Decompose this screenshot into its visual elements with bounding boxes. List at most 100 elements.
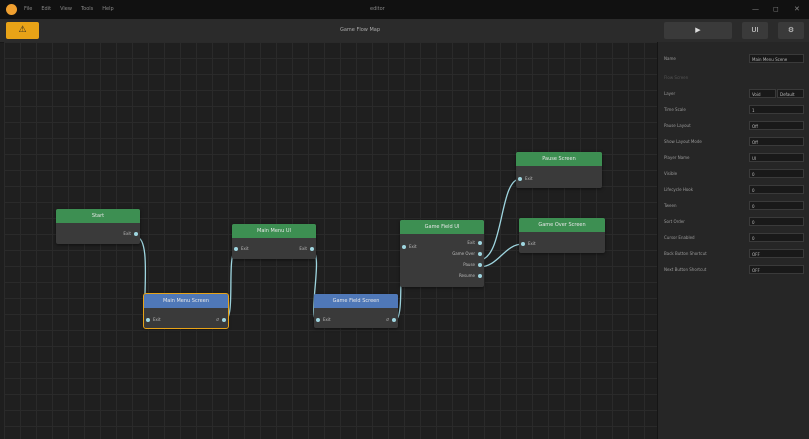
prop-field[interactable]: 1 xyxy=(749,105,804,114)
port-label: Exit xyxy=(299,246,307,251)
prop-field[interactable]: OFF xyxy=(749,265,804,274)
layer-dropdown[interactable]: Default xyxy=(777,89,804,98)
menu-view[interactable]: View xyxy=(60,3,72,16)
port-label: Exit xyxy=(153,317,161,322)
settings-button[interactable]: ⚙ xyxy=(778,22,804,39)
menu-bar: File Edit View Tools Help xyxy=(24,3,114,16)
node-title: Game Field UI xyxy=(400,220,484,234)
prop-label: Back Button Shortcut xyxy=(664,251,707,256)
output-port[interactable] xyxy=(222,318,226,322)
port-label: Exit xyxy=(241,246,249,251)
prop-row: Show Layout Mode Off xyxy=(664,137,804,147)
port-label: Exit xyxy=(528,241,536,246)
close-icon[interactable]: ✕ xyxy=(794,3,800,16)
prop-label: Visible xyxy=(664,171,678,176)
node-game-field-screen[interactable]: Game Field Screen Exit ↺ xyxy=(314,294,398,328)
output-port[interactable] xyxy=(478,263,482,267)
node-title: Pause Screen xyxy=(516,152,602,166)
window-title: editor xyxy=(370,6,385,12)
prop-row: Cursor Enabled 0 xyxy=(664,233,804,243)
input-port[interactable] xyxy=(402,245,406,249)
gear-icon: ⚙ xyxy=(787,26,795,34)
play-button[interactable]: ▶ xyxy=(664,22,732,39)
output-port[interactable] xyxy=(478,252,482,256)
port-label: Exit xyxy=(123,231,131,236)
prop-field[interactable]: Off xyxy=(749,121,804,130)
prop-field[interactable]: 0 xyxy=(749,217,804,226)
node-title: Game Field Screen xyxy=(314,294,398,308)
prop-label: Next Button Shortcut xyxy=(664,267,707,272)
port-label: Exit xyxy=(409,244,417,249)
input-port[interactable] xyxy=(316,318,320,322)
node-title: Main Menu Screen xyxy=(144,294,228,308)
play-icon: ▶ xyxy=(695,26,701,34)
node-title: Game Over Screen xyxy=(519,218,605,232)
prop-row: Time Scale 1 xyxy=(664,105,804,115)
prop-label: Sort Order xyxy=(664,219,685,224)
port-label: Resume xyxy=(458,273,475,278)
section-label: Flow Screen xyxy=(664,75,689,80)
prop-field[interactable]: Off xyxy=(749,137,804,146)
port-label: Pause xyxy=(463,262,475,267)
ui-button[interactable]: UI xyxy=(742,22,768,39)
input-port[interactable] xyxy=(234,247,238,251)
warning-icon: ⚠ xyxy=(18,25,27,35)
menu-tools[interactable]: Tools xyxy=(81,3,93,16)
node-main-menu-ui[interactable]: Main Menu UI Exit Exit xyxy=(232,224,316,259)
prop-field[interactable]: 0 xyxy=(749,233,804,242)
prop-row: Pause Layout Off xyxy=(664,121,804,131)
node-game-over-screen[interactable]: Game Over Screen Exit xyxy=(519,218,605,253)
menu-edit[interactable]: Edit xyxy=(41,3,51,16)
prop-label: Tween xyxy=(664,203,677,208)
prop-field[interactable]: 0 xyxy=(749,169,804,178)
layer-field[interactable]: Void xyxy=(749,89,776,98)
input-port[interactable] xyxy=(146,318,150,322)
output-port[interactable] xyxy=(310,247,314,251)
maximize-icon[interactable]: ◻ xyxy=(773,3,779,16)
port-label: Exit xyxy=(323,317,331,322)
flow-title: Game Flow Map xyxy=(339,27,381,33)
output-port[interactable] xyxy=(134,232,138,236)
node-game-field-ui[interactable]: Game Field UI Exit Exit Game Over Pause … xyxy=(400,220,484,287)
prop-row: Sort Order 0 xyxy=(664,217,804,227)
menu-file[interactable]: File xyxy=(24,3,32,16)
node-pause-screen[interactable]: Pause Screen Exit xyxy=(516,152,602,188)
output-port[interactable] xyxy=(478,274,482,278)
prop-row-name: Name Main Menu Scene xyxy=(664,54,804,64)
prop-label: Layer xyxy=(664,91,676,96)
app-logo xyxy=(6,4,17,15)
port-label: ↺ xyxy=(215,317,219,322)
wire-pause-to-gameover-screen xyxy=(478,243,524,268)
prop-field[interactable]: 0 xyxy=(749,185,804,194)
prop-row: Player Name UI xyxy=(664,153,804,163)
toolbar: ⚠ Game Flow Map ▶ UI ⚙ xyxy=(0,19,809,43)
warning-button[interactable]: ⚠ xyxy=(6,22,39,39)
node-canvas[interactable]: Start Exit Main Menu Screen Exit ↺ Main … xyxy=(4,42,657,439)
prop-label: Cursor Enabled xyxy=(664,235,695,240)
prop-row: Visible 0 xyxy=(664,169,804,179)
prop-label: Lifecycle Hook xyxy=(664,187,694,192)
prop-field[interactable]: 0 xyxy=(749,201,804,210)
port-label: Game Over xyxy=(452,251,475,256)
prop-row: Back Button Shortcut OFF xyxy=(664,249,804,259)
prop-field[interactable]: UI xyxy=(749,153,804,162)
input-port[interactable] xyxy=(521,242,525,246)
output-port[interactable] xyxy=(478,241,482,245)
node-start[interactable]: Start Exit xyxy=(56,209,140,244)
name-field[interactable]: Main Menu Scene xyxy=(749,54,804,63)
prop-row-layer: Layer Void Default xyxy=(664,89,804,99)
menu-help[interactable]: Help xyxy=(102,3,113,16)
prop-label: Pause Layout xyxy=(664,123,691,128)
properties-panel: Name Main Menu Scene Flow Screen Layer V… xyxy=(657,42,809,439)
prop-row: Lifecycle Hook 0 xyxy=(664,185,804,195)
node-main-menu-screen[interactable]: Main Menu Screen Exit ↺ xyxy=(143,293,229,329)
node-title: Start xyxy=(56,209,140,223)
wire-gameover-to-pause xyxy=(478,178,521,261)
port-label: Exit xyxy=(467,240,475,245)
port-label: Exit xyxy=(525,176,533,181)
prop-field[interactable]: OFF xyxy=(749,249,804,258)
input-port[interactable] xyxy=(518,177,522,181)
minimize-icon[interactable]: — xyxy=(752,3,759,16)
output-port[interactable] xyxy=(392,318,396,322)
prop-label: Name xyxy=(664,56,676,61)
